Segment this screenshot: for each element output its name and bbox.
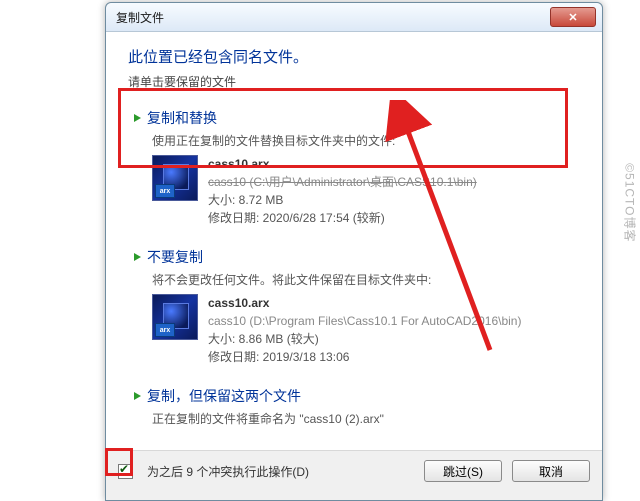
option-description: 将不会更改任何文件。将此文件保留在目标文件夹中:: [152, 271, 574, 288]
file-name: cass10.arx: [208, 155, 477, 173]
file-path: cass10 (D:\Program Files\Cass10.1 For Au…: [208, 312, 521, 330]
skip-button[interactable]: 跳过(S): [424, 460, 502, 482]
file-thumbnail-icon: arx: [152, 294, 198, 340]
watermark-text: ©51CTO博客: [621, 163, 638, 242]
apply-to-all-checkbox[interactable]: [118, 464, 133, 479]
dialog-body: 此位置已经包含同名文件。 请单击要保留的文件 复制和替换 使用正在复制的文件替换…: [106, 32, 602, 450]
option-copy-replace[interactable]: 复制和替换 使用正在复制的文件替换目标文件夹中的文件: arx cass10.a…: [128, 100, 580, 237]
option-keep-both[interactable]: 复制，但保留这两个文件 正在复制的文件将重命名为 "cass10 (2).arx…: [128, 378, 580, 443]
arrow-right-icon: [134, 392, 141, 400]
apply-to-all-label: 为之后 9 个冲突执行此操作(D): [147, 463, 414, 480]
file-info: arx cass10.arx cass10 (D:\Program Files\…: [152, 294, 574, 366]
dialog-title: 复制文件: [116, 9, 550, 26]
titlebar: 复制文件 ✕: [106, 3, 602, 32]
file-size: 大小: 8.72 MB: [208, 191, 477, 209]
main-heading: 此位置已经包含同名文件。: [128, 46, 580, 67]
sub-heading: 请单击要保留的文件: [128, 73, 580, 90]
file-path: cass10 (C:\用户\Administrator\桌面\CASS10.1\…: [208, 173, 477, 191]
option-title: 不要复制: [147, 247, 203, 267]
file-date: 修改日期: 2019/3/18 13:06: [208, 348, 521, 366]
close-button[interactable]: ✕: [550, 7, 596, 27]
file-size: 大小: 8.86 MB (较大): [208, 330, 521, 348]
file-ext-badge: arx: [155, 184, 175, 198]
close-icon: ✕: [568, 11, 577, 24]
option-description: 正在复制的文件将重命名为 "cass10 (2).arx": [152, 410, 574, 427]
option-description: 使用正在复制的文件替换目标文件夹中的文件:: [152, 132, 574, 149]
file-metadata: cass10.arx cass10 (C:\用户\Administrator\桌…: [208, 155, 477, 227]
arrow-right-icon: [134, 114, 141, 122]
cancel-button[interactable]: 取消: [512, 460, 590, 482]
dialog-footer: 为之后 9 个冲突执行此操作(D) 跳过(S) 取消: [106, 450, 602, 491]
copy-file-dialog: 复制文件 ✕ 此位置已经包含同名文件。 请单击要保留的文件 复制和替换 使用正在…: [105, 2, 603, 501]
option-title: 复制和替换: [147, 108, 217, 128]
option-do-not-copy[interactable]: 不要复制 将不会更改任何文件。将此文件保留在目标文件夹中: arx cass10…: [128, 239, 580, 376]
arrow-right-icon: [134, 253, 141, 261]
file-date: 修改日期: 2020/6/28 17:54 (较新): [208, 209, 477, 227]
option-title: 复制，但保留这两个文件: [147, 386, 301, 406]
file-thumbnail-icon: arx: [152, 155, 198, 201]
file-name: cass10.arx: [208, 294, 521, 312]
file-metadata: cass10.arx cass10 (D:\Program Files\Cass…: [208, 294, 521, 366]
file-ext-badge: arx: [155, 323, 175, 337]
file-info: arx cass10.arx cass10 (C:\用户\Administrat…: [152, 155, 574, 227]
